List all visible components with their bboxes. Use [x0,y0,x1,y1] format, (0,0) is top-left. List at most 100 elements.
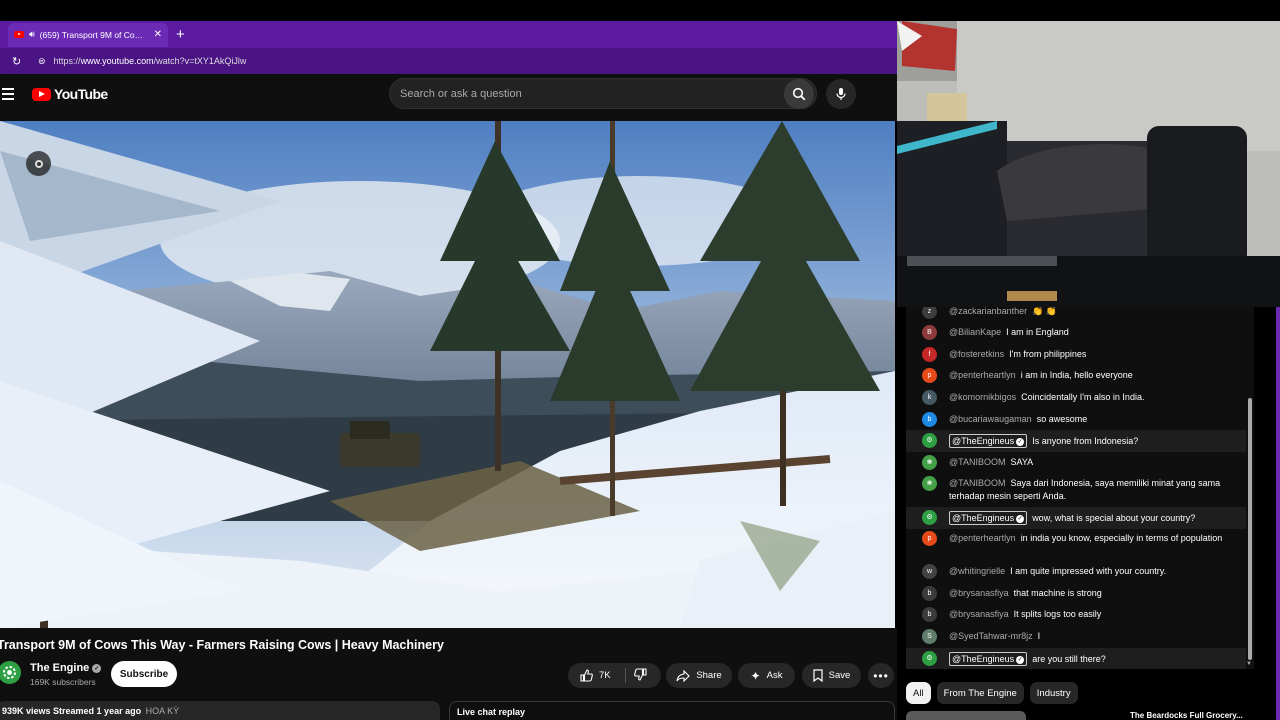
chat-author: @TheEngineus [952,654,1015,664]
chip-all[interactable]: All [906,682,931,704]
more-actions-button[interactable]: ••• [868,663,894,688]
save-button[interactable]: Save [802,663,861,688]
chat-message[interactable]: b @bucariawaugaman so awesome [906,409,1246,431]
chat-avatar[interactable]: b [922,607,937,622]
views-and-date: 939K views Streamed 1 year ago [2,706,142,716]
chat-message[interactable]: S @SyedTahwar-mr8jz I [906,626,1246,648]
search-box [389,78,817,109]
search-input[interactable] [390,87,784,100]
chat-avatar[interactable]: f [922,347,937,362]
gear-logo-icon [3,666,16,679]
subscribe-button[interactable]: Subscribe [111,661,177,687]
chat-message[interactable]: b @brysanasfiya that machine is strong [906,583,1246,605]
owner-badge[interactable]: @TheEngineus ✓ [949,652,1028,666]
chat-message[interactable]: p @penterheartlyn in india you know, espe… [906,528,1246,550]
chat-author[interactable]: @brysanasfiya [949,609,1009,619]
youtube-logo[interactable]: YouTube [32,86,108,102]
share-button[interactable]: Share [666,663,732,688]
chat-avatar[interactable]: b [922,412,937,427]
site-info-icon[interactable]: ⊜ [38,56,46,67]
chat-avatar[interactable]: p [922,368,937,383]
chat-message[interactable]: b @brysanasfiya It splits logs too easily [906,604,1246,626]
chat-avatar-gear-icon[interactable]: ⚙ [922,651,937,666]
search-button[interactable] [784,78,814,109]
ask-button[interactable]: ✦ Ask [738,663,795,688]
chat-message-owner[interactable]: ⚙ @TheEngineus ✓ Is anyone from Indonesia? [906,430,1246,452]
chat-author[interactable]: @penterheartlyn [949,370,1016,380]
chip-from-the-engine[interactable]: From The Engine [936,682,1024,704]
chat-author[interactable]: @TANIBOOM [949,478,1005,488]
chat-author[interactable]: @TANIBOOM [949,457,1005,467]
chat-message-owner[interactable]: ⚙ @TheEngineus ✓ are you still there? [906,648,1246,669]
close-icon[interactable]: ✕ [154,29,162,40]
chat-avatar[interactable]: w [922,564,937,579]
speaker-icon[interactable]: 🔊︎ [29,29,35,40]
webcam-overlay-icon[interactable] [26,151,51,176]
chat-text: i am in India, hello everyone [1020,370,1133,380]
chat-message[interactable]: z @zackarianbanther 👏 👏 [906,307,1246,323]
description-box[interactable]: 939K views Streamed 1 year ago HOA KỲ [0,701,440,720]
chat-avatar[interactable]: k [922,390,937,405]
live-chat-replay-box[interactable]: Live chat replay [449,701,895,720]
share-label: Share [696,670,722,681]
like-button[interactable]: 7K [568,663,661,688]
chat-author[interactable]: @whitingrielle [949,566,1005,576]
owner-badge[interactable]: @TheEngineus ✓ [949,511,1028,525]
chat-avatar[interactable]: S [922,629,937,644]
scroll-down-arrow-icon[interactable]: ▼ [1246,661,1252,667]
chat-avatar-logo-icon[interactable]: ❀ [922,476,937,491]
menu-icon[interactable] [2,88,14,100]
chat-avatar[interactable]: b [922,586,937,601]
chat-message[interactable]: k @komornikbigos Coincidentally I'm also … [906,387,1246,409]
chat-author[interactable]: @penterheartlyn [949,533,1016,543]
chat-message[interactable]: ❀ @TANIBOOM SAYA [906,452,1246,474]
video-frame-snowy-forest [0,121,895,628]
channel-name[interactable]: The Engine ✓ [30,662,102,674]
chip-industry[interactable]: Industry [1029,682,1078,704]
chat-text: I'm from philippines [1009,349,1087,359]
chat-text: I am quite impressed with your country. [1010,566,1167,576]
url-field[interactable]: https://www.youtube.com/watch?v=tXY1AkQi… [54,56,247,66]
chat-scrollbar[interactable] [1248,398,1252,660]
reload-icon[interactable]: ↻ [12,55,24,68]
chat-author[interactable]: @bucariawaugaman [949,414,1032,424]
thumbs-down-icon [634,668,647,681]
chat-message[interactable]: w @whitingrielle I am quite impressed wit… [906,561,1246,583]
youtube-logo-text: YouTube [54,86,108,102]
chat-avatar-logo-icon[interactable]: ❀ [922,455,937,470]
chat-author[interactable]: @SyedTahwar-mr8jz [949,631,1033,641]
chat-author[interactable]: @fosteretkins [949,349,1004,359]
location-tag[interactable]: HOA KỲ [146,706,180,716]
dislike-button[interactable] [634,668,647,684]
bookmark-icon [813,669,823,682]
chat-avatar[interactable]: p [922,531,937,546]
voice-search-button[interactable] [826,79,856,109]
channel-avatar[interactable] [0,661,21,684]
chat-message[interactable]: ❀ @TANIBOOM Saya dari Indonesia, saya mem… [906,473,1246,507]
chat-author[interactable]: @brysanasfiya [949,588,1009,598]
chat-avatar-gear-icon[interactable]: ⚙ [922,433,937,448]
window-edge [1276,307,1280,720]
owner-badge[interactable]: @TheEngineus ✓ [949,434,1028,448]
chat-avatar[interactable]: B [922,325,937,340]
chat-message[interactable]: p @penterheartlyn i am in India, hello ev… [906,365,1246,387]
browser-tab[interactable]: 🔊︎ (659) Transport 9M of Cows Th ✕ [8,22,168,47]
chat-message-owner[interactable]: ⚙ @TheEngineus ✓ wow, what is special abou… [906,507,1246,529]
recommended-video[interactable]: The Beardocks Full Grocery... [906,711,1276,720]
chat-text: Is anyone from Indonesia? [1032,436,1139,446]
new-tab-icon[interactable]: + [176,26,185,43]
chat-message[interactable]: B @BilianKape I am in England [906,322,1246,344]
more-icon: ••• [873,668,889,683]
chat-message[interactable]: f @fosteretkins I'm from philippines [906,344,1246,366]
chat-avatar-gear-icon[interactable]: ⚙ [922,510,937,525]
chat-author[interactable]: @zackarianbanther [949,307,1027,316]
recommended-title[interactable]: The Beardocks Full Grocery... [1130,711,1243,720]
url-path: /watch?v=tXY1AkQiJlw [153,56,247,66]
sparkle-icon: ✦ [750,668,761,683]
recommended-thumbnail[interactable] [906,711,1026,720]
video-player[interactable] [0,121,895,628]
chat-author[interactable]: @komornikbigos [949,392,1016,402]
chat-avatar[interactable]: z [922,307,937,319]
chat-author[interactable]: @BilianKape [949,327,1001,337]
verified-icon: ✓ [1016,438,1025,446]
